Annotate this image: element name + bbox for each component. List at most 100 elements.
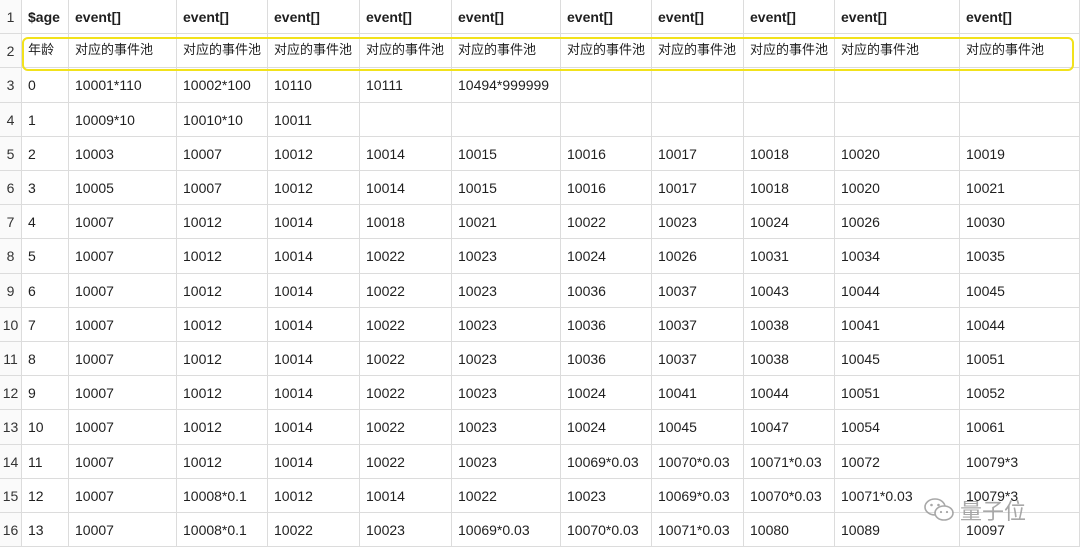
table-cell[interactable]: 10015: [452, 137, 561, 171]
table-cell[interactable]: 10014: [268, 205, 360, 239]
table-cell[interactable]: 对应的事件池: [360, 34, 452, 68]
row-number[interactable]: 9: [0, 274, 22, 308]
row-number[interactable]: 7: [0, 205, 22, 239]
table-cell[interactable]: 10014: [268, 239, 360, 274]
table-cell[interactable]: 10016: [561, 137, 652, 171]
table-cell[interactable]: 10024: [561, 376, 652, 410]
table-cell[interactable]: 10016: [561, 171, 652, 205]
header-cell[interactable]: event[]: [652, 0, 744, 34]
table-cell[interactable]: [652, 103, 744, 137]
header-cell[interactable]: event[]: [744, 0, 835, 34]
table-cell[interactable]: 10026: [835, 205, 960, 239]
table-cell[interactable]: 10012: [177, 308, 268, 342]
header-cell[interactable]: event[]: [835, 0, 960, 34]
table-cell[interactable]: 10: [22, 410, 69, 445]
table-cell[interactable]: [744, 103, 835, 137]
table-cell[interactable]: 10005: [69, 171, 177, 205]
table-cell[interactable]: 13: [22, 513, 69, 547]
table-cell[interactable]: [561, 68, 652, 103]
table-cell[interactable]: 对应的事件池: [452, 34, 561, 68]
table-cell[interactable]: 10022: [360, 274, 452, 308]
table-cell[interactable]: 对应的事件池: [652, 34, 744, 68]
table-cell[interactable]: 10072: [835, 445, 960, 479]
row-number[interactable]: 4: [0, 103, 22, 137]
table-cell[interactable]: 10007: [69, 513, 177, 547]
table-cell[interactable]: 10007: [69, 274, 177, 308]
table-cell[interactable]: 10012: [268, 479, 360, 513]
table-cell[interactable]: 10045: [960, 274, 1080, 308]
table-cell[interactable]: [835, 68, 960, 103]
table-cell[interactable]: 10071*0.03: [744, 445, 835, 479]
table-cell[interactable]: 10069*0.03: [652, 479, 744, 513]
table-cell[interactable]: 10007: [177, 171, 268, 205]
table-cell[interactable]: 对应的事件池: [835, 34, 960, 68]
table-cell[interactable]: 10494*999999: [452, 68, 561, 103]
table-cell[interactable]: 10007: [69, 376, 177, 410]
table-cell[interactable]: [652, 68, 744, 103]
table-cell[interactable]: 10014: [360, 137, 452, 171]
header-cell[interactable]: event[]: [452, 0, 561, 34]
table-cell[interactable]: 10008*0.1: [177, 513, 268, 547]
header-cell[interactable]: event[]: [69, 0, 177, 34]
table-cell[interactable]: 10070*0.03: [744, 479, 835, 513]
table-cell[interactable]: 10022: [561, 205, 652, 239]
table-cell[interactable]: 8: [22, 342, 69, 376]
row-number[interactable]: 8: [0, 239, 22, 274]
table-cell[interactable]: 10054: [835, 410, 960, 445]
table-cell[interactable]: 10037: [652, 342, 744, 376]
row-number[interactable]: 5: [0, 137, 22, 171]
table-cell[interactable]: 11: [22, 445, 69, 479]
table-cell[interactable]: 6: [22, 274, 69, 308]
table-cell[interactable]: 10014: [268, 410, 360, 445]
table-cell[interactable]: 10014: [268, 274, 360, 308]
table-cell[interactable]: 10041: [835, 308, 960, 342]
table-cell[interactable]: 10069*0.03: [561, 445, 652, 479]
row-number[interactable]: 13: [0, 410, 22, 445]
table-cell[interactable]: 10023: [452, 376, 561, 410]
table-cell[interactable]: 10007: [69, 479, 177, 513]
table-cell[interactable]: 10024: [561, 239, 652, 274]
header-cell[interactable]: event[]: [268, 0, 360, 34]
header-cell[interactable]: event[]: [960, 0, 1080, 34]
table-cell[interactable]: [960, 103, 1080, 137]
table-cell[interactable]: 10037: [652, 274, 744, 308]
table-cell[interactable]: 10021: [960, 171, 1080, 205]
table-cell[interactable]: 1: [22, 103, 69, 137]
table-cell[interactable]: 10035: [960, 239, 1080, 274]
table-cell[interactable]: 10007: [177, 137, 268, 171]
table-cell[interactable]: 10012: [177, 239, 268, 274]
table-cell[interactable]: 10038: [744, 308, 835, 342]
table-cell[interactable]: 9: [22, 376, 69, 410]
table-cell[interactable]: [744, 68, 835, 103]
table-cell[interactable]: 对应的事件池: [561, 34, 652, 68]
table-cell[interactable]: 10019: [960, 137, 1080, 171]
table-cell[interactable]: 10020: [835, 171, 960, 205]
table-cell[interactable]: 10018: [744, 171, 835, 205]
table-cell[interactable]: [360, 103, 452, 137]
table-cell[interactable]: 10014: [360, 171, 452, 205]
row-number[interactable]: 10: [0, 308, 22, 342]
table-cell[interactable]: 10044: [744, 376, 835, 410]
table-cell[interactable]: 10045: [835, 342, 960, 376]
table-cell[interactable]: 10021: [452, 205, 561, 239]
table-cell[interactable]: 10003: [69, 137, 177, 171]
table-cell[interactable]: 10014: [268, 308, 360, 342]
table-cell[interactable]: 10036: [561, 274, 652, 308]
table-cell[interactable]: 10069*0.03: [452, 513, 561, 547]
table-cell[interactable]: [960, 68, 1080, 103]
table-cell[interactable]: 10014: [268, 445, 360, 479]
table-cell[interactable]: 10111: [360, 68, 452, 103]
table-cell[interactable]: 10007: [69, 308, 177, 342]
table-cell[interactable]: 对应的事件池: [268, 34, 360, 68]
table-cell[interactable]: 10071*0.03: [652, 513, 744, 547]
table-cell[interactable]: 10024: [744, 205, 835, 239]
table-cell[interactable]: 10020: [835, 137, 960, 171]
header-cell[interactable]: $age: [22, 0, 69, 34]
table-cell[interactable]: 10012: [177, 274, 268, 308]
table-cell[interactable]: 10011: [268, 103, 360, 137]
table-cell[interactable]: 10023: [652, 205, 744, 239]
table-cell[interactable]: 7: [22, 308, 69, 342]
table-cell[interactable]: 10007: [69, 410, 177, 445]
table-cell[interactable]: 5: [22, 239, 69, 274]
table-cell[interactable]: 10036: [561, 342, 652, 376]
